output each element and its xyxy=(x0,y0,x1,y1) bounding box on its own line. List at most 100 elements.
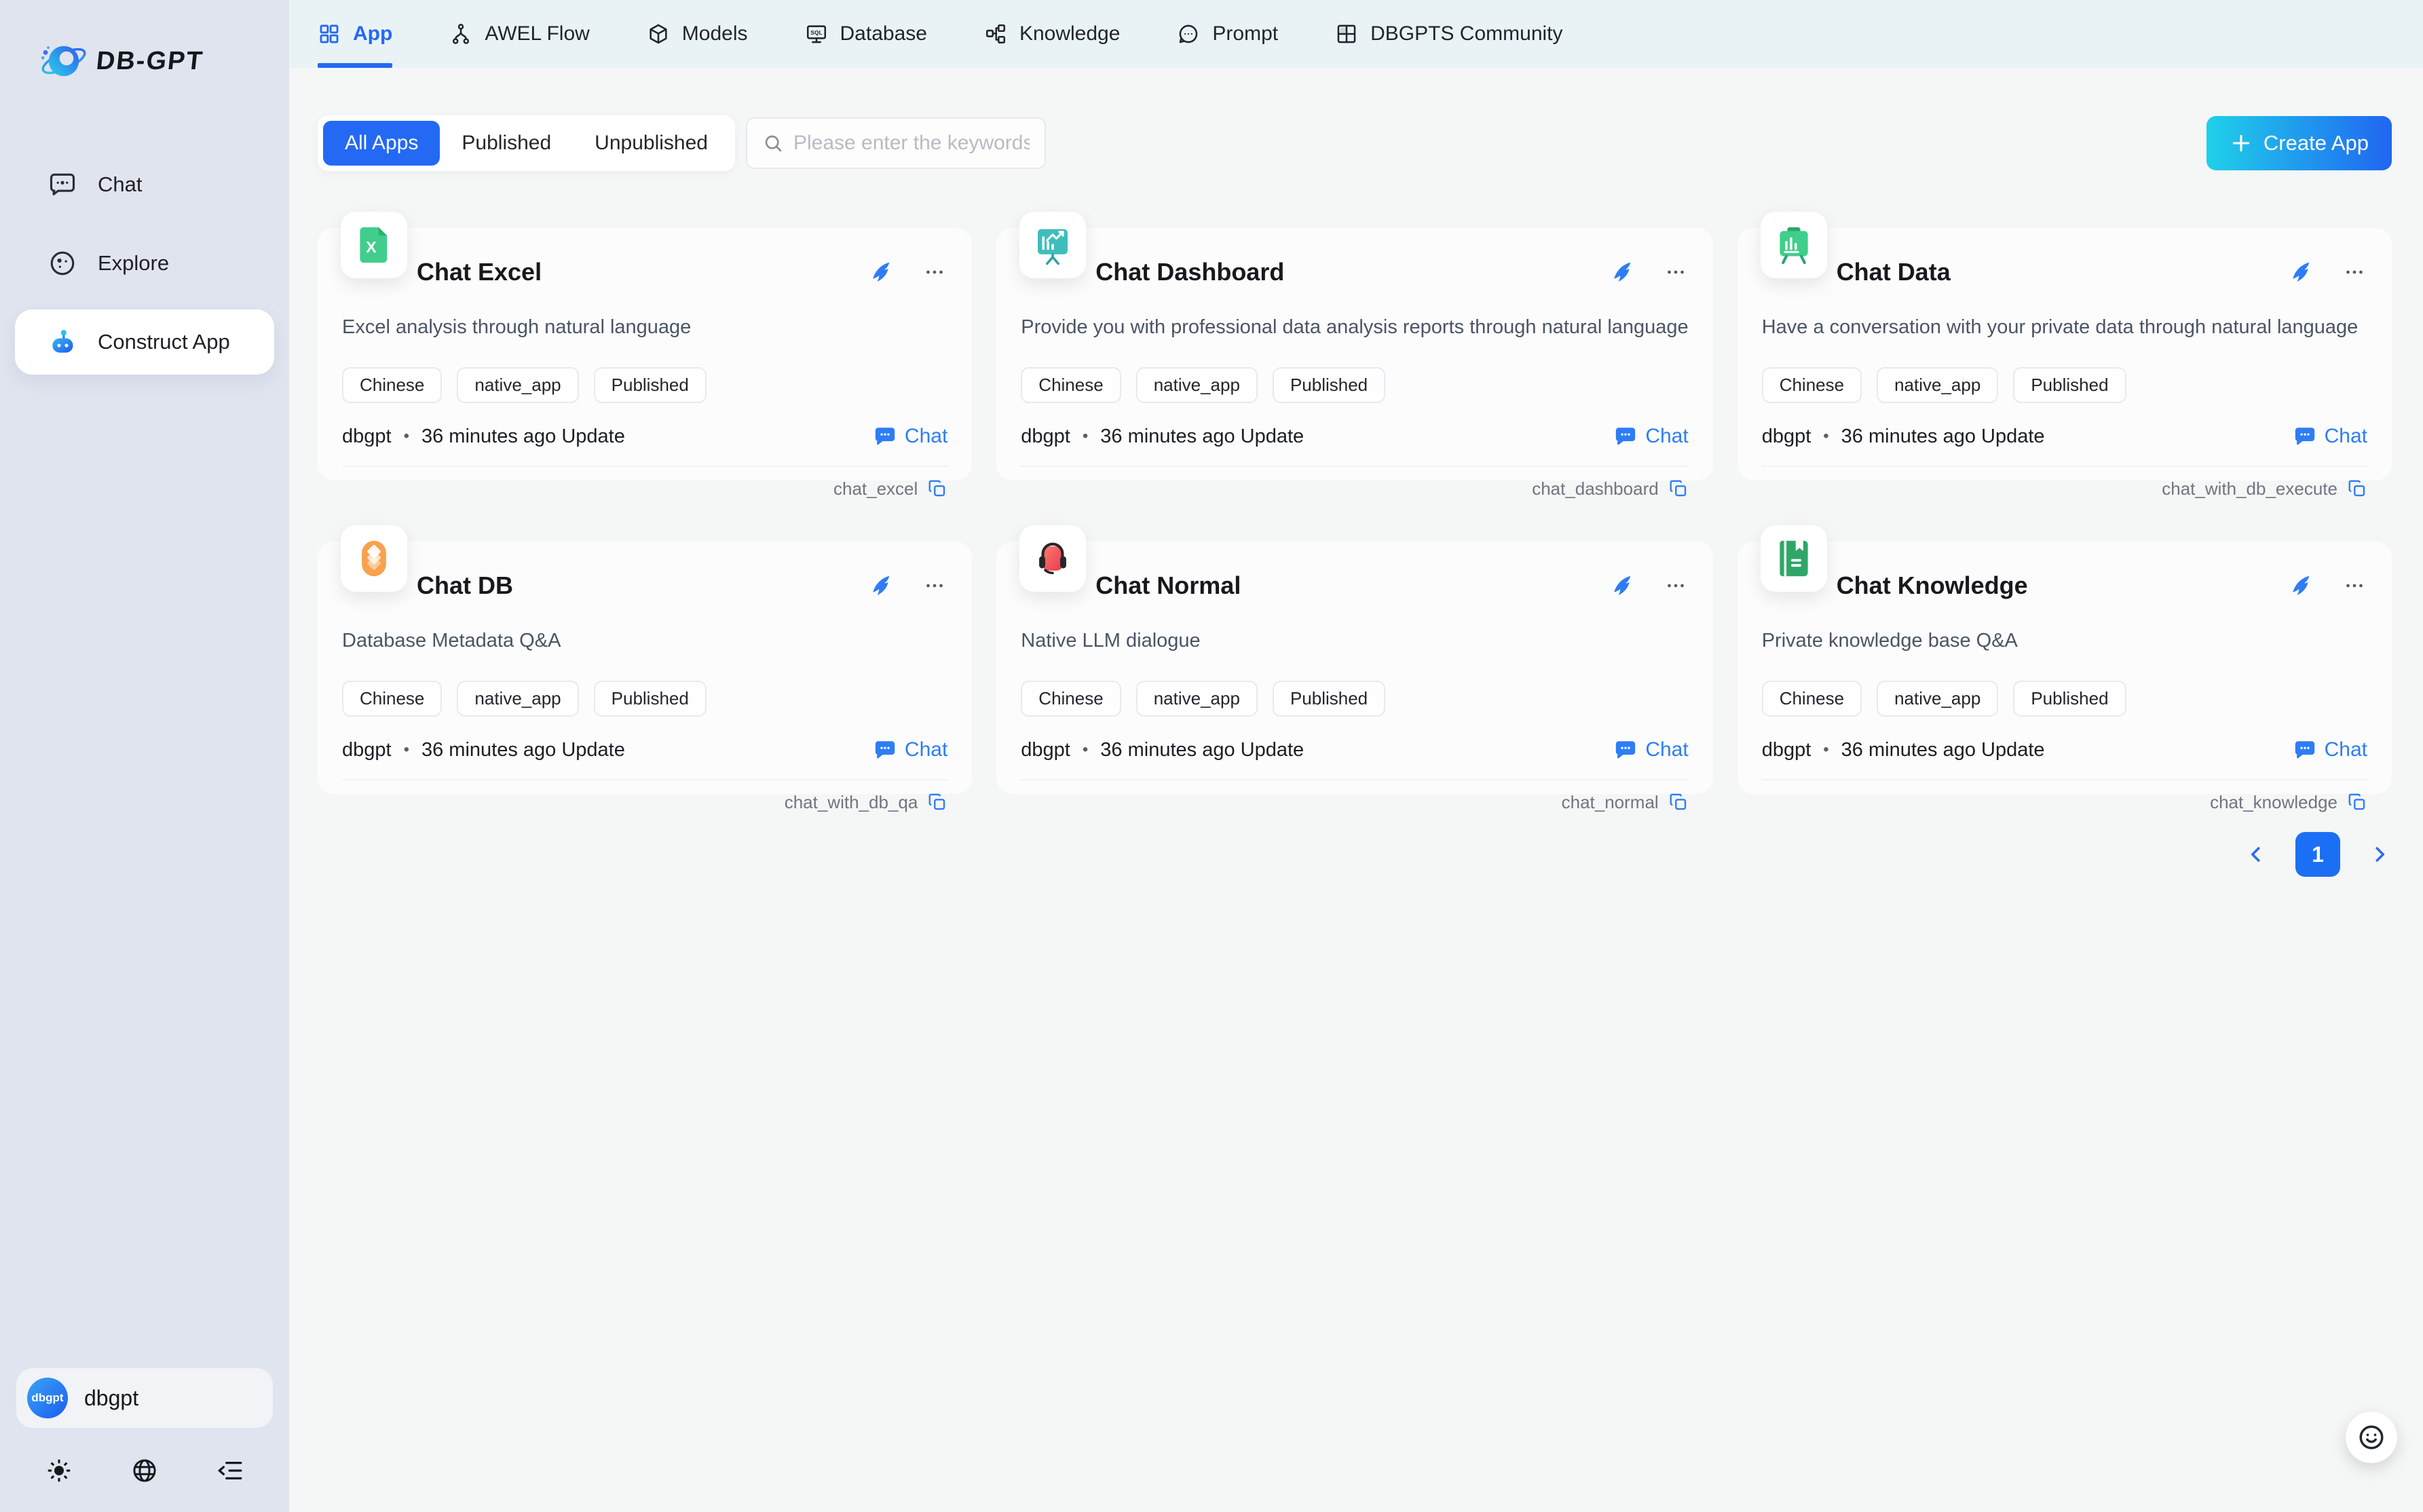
chat-filled-icon xyxy=(2293,425,2316,448)
copy-icon[interactable] xyxy=(2347,792,2367,812)
card-footer: chat_excel xyxy=(342,467,947,510)
copy-icon[interactable] xyxy=(1668,792,1689,812)
tab-label: Database xyxy=(840,22,927,45)
more-icon[interactable] xyxy=(2342,259,2367,285)
chat-link[interactable]: Chat xyxy=(1614,738,1688,761)
meta-row: dbgpt • 36 minutes ago Update Chat xyxy=(1762,738,2367,761)
tab-label: AWEL Flow xyxy=(485,22,589,45)
sidebar-item-construct-app[interactable]: Construct App xyxy=(15,309,274,375)
chat-link[interactable]: Chat xyxy=(874,738,947,761)
tab-database[interactable]: SQL Database xyxy=(805,0,927,68)
app-card-chat-dashboard[interactable]: Chat Dashboard Provide you with professi… xyxy=(996,228,1712,480)
tag: Chinese xyxy=(1021,367,1121,403)
app-card-chat-normal[interactable]: Chat Normal Native LLM dialogue Chin xyxy=(996,542,1712,794)
feather-badge-icon xyxy=(2287,260,2312,284)
theme-sun-icon[interactable] xyxy=(45,1456,73,1485)
copy-icon[interactable] xyxy=(927,478,947,499)
excel-file-icon: X xyxy=(341,212,407,278)
chat-link[interactable]: Chat xyxy=(1614,425,1688,448)
chevron-left-icon xyxy=(2244,842,2268,867)
next-page-button[interactable] xyxy=(2367,842,2392,867)
more-icon[interactable] xyxy=(1663,259,1689,285)
card-owner: dbgpt xyxy=(1021,739,1070,761)
search-input[interactable] xyxy=(793,132,1030,155)
tag: Published xyxy=(594,367,707,403)
copy-icon[interactable] xyxy=(927,792,947,812)
tag: Published xyxy=(1273,367,1385,403)
tab-label: Prompt xyxy=(1212,22,1278,45)
grid-icon xyxy=(318,22,341,45)
tab-app[interactable]: App xyxy=(318,0,392,68)
card-title: Chat Dashboard xyxy=(1095,258,1284,286)
card-slug: chat_with_db_qa xyxy=(785,792,918,813)
sql-monitor-icon: SQL xyxy=(805,22,828,45)
chat-link-label: Chat xyxy=(2325,738,2367,761)
filter-unpublished[interactable]: Unpublished xyxy=(573,121,730,166)
tab-models[interactable]: Models xyxy=(647,0,748,68)
filter-published[interactable]: Published xyxy=(440,121,573,166)
tag: native_app xyxy=(457,681,578,717)
excel-letter: X xyxy=(366,238,377,256)
sidebar-nav: Chat Explore xyxy=(0,152,289,388)
language-globe-icon[interactable] xyxy=(130,1456,159,1485)
tag-row: Chinese native_app Published xyxy=(1762,681,2367,717)
app-card-chat-excel[interactable]: X Chat Excel xyxy=(318,228,972,480)
tag: Chinese xyxy=(342,681,442,717)
card-updated: 36 minutes ago Update xyxy=(1100,739,1304,761)
page-number-button[interactable]: 1 xyxy=(2295,832,2340,877)
more-icon[interactable] xyxy=(922,259,947,285)
chat-link-label: Chat xyxy=(905,425,947,448)
tab-dbgpts-community[interactable]: DBGPTS Community xyxy=(1335,0,1562,68)
chat-link[interactable]: Chat xyxy=(874,425,947,448)
more-icon[interactable] xyxy=(1663,573,1689,599)
speech-bubble-icon xyxy=(1177,22,1200,45)
create-app-button[interactable]: Create App xyxy=(2206,116,2392,170)
smiley-icon xyxy=(2356,1422,2386,1452)
chat-filled-icon xyxy=(1614,738,1637,761)
pagination: 1 xyxy=(318,832,2392,877)
card-slug: chat_with_db_execute xyxy=(2162,478,2337,499)
copy-icon[interactable] xyxy=(2347,478,2367,499)
feedback-smiley-button[interactable] xyxy=(2346,1412,2397,1463)
app-card-chat-db[interactable]: Chat DB Database Metadata Q&A Chines xyxy=(318,542,972,794)
card-updated: 36 minutes ago Update xyxy=(421,426,625,448)
sidebar-item-explore[interactable]: Explore xyxy=(15,231,274,296)
plus-icon xyxy=(2230,132,2253,155)
meta-row: dbgpt • 36 minutes ago Update Chat xyxy=(1021,738,1688,761)
dot-separator: • xyxy=(1823,740,1828,759)
chat-link[interactable]: Chat xyxy=(2293,425,2367,448)
sidebar-item-chat[interactable]: Chat xyxy=(15,152,274,217)
filter-all-apps[interactable]: All Apps xyxy=(323,121,440,166)
more-icon[interactable] xyxy=(2342,573,2367,599)
db-layers-icon xyxy=(341,525,407,592)
card-updated: 36 minutes ago Update xyxy=(1100,426,1304,448)
app-card-chat-data[interactable]: Chat Data Have a conversation with your … xyxy=(1738,228,2392,480)
tab-prompt[interactable]: Prompt xyxy=(1177,0,1278,68)
dot-separator: • xyxy=(1823,427,1828,446)
app-card-grid: X Chat Excel xyxy=(318,228,2392,794)
db-gpt-app: DB-GPT Chat Explore xyxy=(0,0,2423,1512)
card-description: Excel analysis through natural language xyxy=(342,316,947,339)
card-description: Provide you with professional data analy… xyxy=(1021,316,1688,339)
card-owner: dbgpt xyxy=(1021,426,1070,448)
search-icon xyxy=(762,132,784,154)
tag: native_app xyxy=(1877,681,1998,717)
sidebar-item-label: Explore xyxy=(98,251,169,276)
avatar: dbgpt xyxy=(27,1378,68,1418)
flow-branch-icon xyxy=(449,22,472,45)
collapse-sidebar-icon[interactable] xyxy=(216,1456,244,1485)
card-footer: chat_with_db_qa xyxy=(342,780,947,824)
toolbar: All Apps Published Unpublished Create Ap… xyxy=(318,115,2392,171)
tag-row: Chinese native_app Published xyxy=(1021,367,1688,403)
dot-separator: • xyxy=(1083,740,1088,759)
avatar-text: dbgpt xyxy=(31,1391,63,1405)
tab-label: App xyxy=(353,22,392,45)
previous-page-button[interactable] xyxy=(2244,842,2268,867)
more-icon[interactable] xyxy=(922,573,947,599)
chat-link[interactable]: Chat xyxy=(2293,738,2367,761)
copy-icon[interactable] xyxy=(1668,478,1689,499)
app-card-chat-knowledge[interactable]: Chat Knowledge Private knowledge base Q&… xyxy=(1738,542,2392,794)
tab-knowledge[interactable]: Knowledge xyxy=(984,0,1120,68)
user-profile[interactable]: dbgpt dbgpt xyxy=(16,1368,273,1428)
tab-awel-flow[interactable]: AWEL Flow xyxy=(449,0,589,68)
